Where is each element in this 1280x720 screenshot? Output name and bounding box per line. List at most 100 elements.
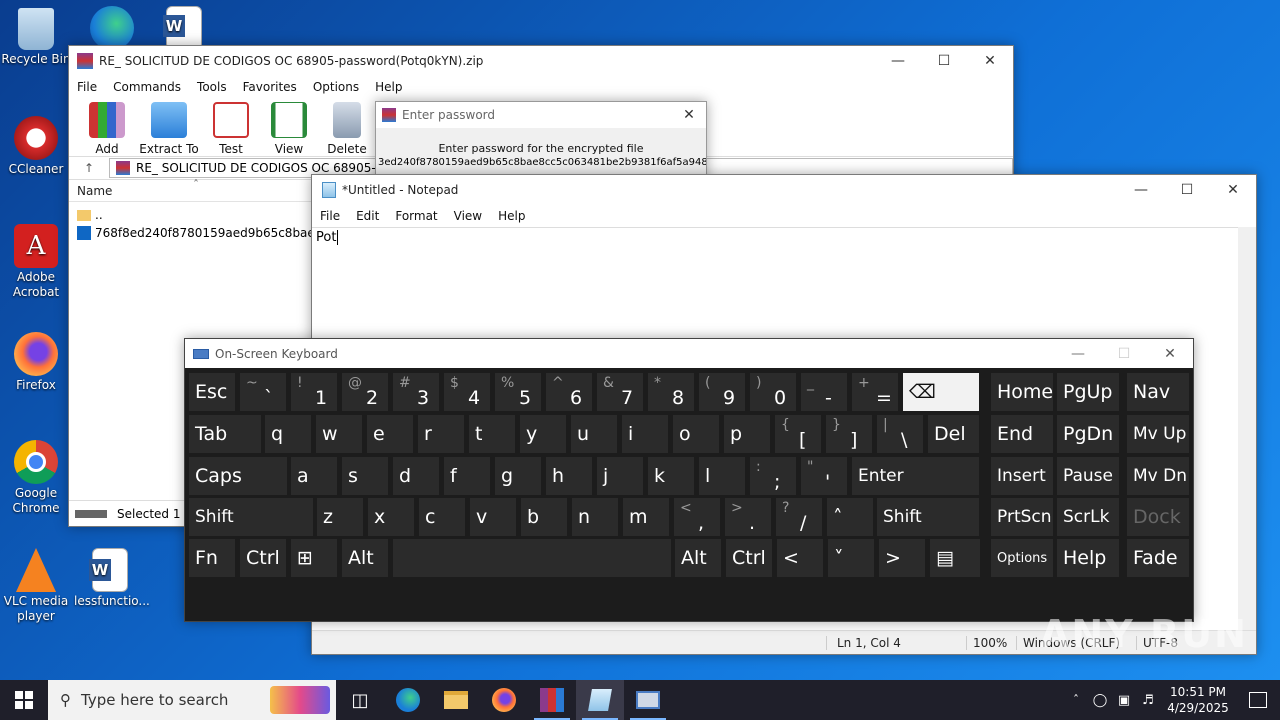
- tray-network[interactable]: ▣: [1112, 680, 1136, 720]
- tool-delete[interactable]: Delete: [319, 102, 375, 156]
- notepad-titlebar[interactable]: *Untitled - Notepad — ☐ ✕: [312, 175, 1256, 205]
- key-ctrl[interactable]: Ctrl: [726, 539, 772, 577]
- notifications-button[interactable]: [1236, 680, 1280, 720]
- key-symbol[interactable]: <,: [674, 498, 720, 536]
- key-caps[interactable]: Caps: [189, 457, 287, 495]
- tray-security[interactable]: ◯: [1088, 680, 1112, 720]
- key-symbol[interactable]: <: [777, 539, 823, 577]
- vertical-scrollbar[interactable]: [1238, 227, 1256, 630]
- desktop-icon-recycle-bin[interactable]: Recycle Bin: [0, 8, 72, 67]
- start-button[interactable]: [0, 680, 48, 720]
- key-shift[interactable]: Shift: [189, 498, 313, 536]
- key-7[interactable]: & 7: [597, 373, 643, 411]
- desktop-icon-firefox[interactable]: Firefox: [0, 332, 72, 393]
- menu-edit[interactable]: Edit: [348, 209, 387, 223]
- key-space[interactable]: [393, 539, 671, 577]
- key-p[interactable]: p: [724, 415, 770, 453]
- key-a[interactable]: a: [291, 457, 337, 495]
- key-symbol[interactable]: ⊞: [291, 539, 337, 577]
- desktop-icon-lessfunctio[interactable]: W lessfunctio...: [74, 548, 150, 609]
- key-symbol[interactable]: :;: [750, 457, 796, 495]
- key-del[interactable]: Del: [928, 415, 979, 453]
- osk-titlebar[interactable]: On-Screen Keyboard — ☐ ✕: [185, 339, 1193, 368]
- key-tab[interactable]: Tab: [189, 415, 261, 453]
- key-shift[interactable]: Shift: [877, 498, 979, 536]
- close-button[interactable]: ✕: [1147, 339, 1193, 369]
- key-6[interactable]: ^ 6: [546, 373, 592, 411]
- key-nav[interactable]: Nav: [1127, 373, 1189, 411]
- taskbar-osk[interactable]: [624, 680, 672, 720]
- key-insert[interactable]: Insert: [991, 457, 1053, 495]
- key-u[interactable]: u: [571, 415, 617, 453]
- key-5[interactable]: % 5: [495, 373, 541, 411]
- key-ctrl[interactable]: Ctrl: [240, 539, 286, 577]
- close-button[interactable]: ✕: [1210, 175, 1256, 205]
- taskbar-search-box[interactable]: ⚲ Type here to search: [48, 680, 336, 720]
- key-symbol[interactable]: ˅: [828, 539, 874, 577]
- show-hidden-icons-button[interactable]: ˆ: [1064, 680, 1088, 720]
- key-dock[interactable]: Dock: [1127, 498, 1189, 536]
- key-home[interactable]: Home: [991, 373, 1053, 411]
- key-2[interactable]: @2: [342, 373, 388, 411]
- tool-view[interactable]: View: [261, 102, 317, 156]
- key-end[interactable]: End: [991, 415, 1053, 453]
- tool-test[interactable]: Test: [203, 102, 259, 156]
- key-scrlk[interactable]: ScrLk: [1057, 498, 1119, 536]
- key-symbol[interactable]: _ -: [801, 373, 847, 411]
- key-q[interactable]: q: [265, 415, 311, 453]
- maximize-button[interactable]: ☐: [921, 46, 967, 76]
- taskbar-notepad[interactable]: [576, 680, 624, 720]
- key-o[interactable]: o: [673, 415, 719, 453]
- minimize-button[interactable]: —: [1118, 175, 1164, 205]
- taskbar-edge[interactable]: [384, 680, 432, 720]
- winrar-titlebar[interactable]: RE_ SOLICITUD DE CODIGOS OC 68905-passwo…: [69, 46, 1013, 76]
- key-e[interactable]: e: [367, 415, 413, 453]
- key-y[interactable]: y: [520, 415, 566, 453]
- key-help[interactable]: Help: [1057, 539, 1119, 577]
- menu-file[interactable]: File: [69, 80, 105, 94]
- desktop-icon-acrobat[interactable]: A Adobe Acrobat: [0, 224, 72, 300]
- key-options[interactable]: Options: [991, 539, 1053, 577]
- task-view-button[interactable]: ◫: [336, 680, 384, 720]
- menu-commands[interactable]: Commands: [105, 80, 189, 94]
- taskbar-firefox[interactable]: [480, 680, 528, 720]
- key-symbol[interactable]: >.: [725, 498, 771, 536]
- key-alt[interactable]: Alt: [342, 539, 388, 577]
- key-k[interactable]: k: [648, 457, 694, 495]
- menu-help[interactable]: Help: [367, 80, 410, 94]
- key-t[interactable]: t: [469, 415, 515, 453]
- key-f[interactable]: f: [444, 457, 490, 495]
- key-symbol[interactable]: {[: [775, 415, 821, 453]
- key-fn[interactable]: Fn: [189, 539, 235, 577]
- key-pgup[interactable]: PgUp: [1057, 373, 1119, 411]
- minimize-button[interactable]: —: [875, 46, 921, 76]
- tool-extract-to[interactable]: Extract To: [137, 102, 201, 156]
- desktop-icon-ccleaner[interactable]: CCleaner: [0, 116, 72, 177]
- key-symbol[interactable]: ~ `: [240, 373, 286, 411]
- key-m[interactable]: m: [623, 498, 669, 536]
- minimize-button[interactable]: —: [1055, 339, 1101, 369]
- key-9[interactable]: (9: [699, 373, 745, 411]
- key-symbol[interactable]: + =: [852, 373, 898, 411]
- taskbar-winrar[interactable]: [528, 680, 576, 720]
- key-pgdn[interactable]: PgDn: [1057, 415, 1119, 453]
- key-w[interactable]: w: [316, 415, 362, 453]
- key-symbol[interactable]: " ': [801, 457, 847, 495]
- key-b[interactable]: b: [521, 498, 567, 536]
- key-pause[interactable]: Pause: [1057, 457, 1119, 495]
- tool-add[interactable]: Add: [79, 102, 135, 156]
- menu-tools[interactable]: Tools: [189, 80, 235, 94]
- key-v[interactable]: v: [470, 498, 516, 536]
- key-symbol[interactable]: ⌫: [903, 373, 979, 411]
- key-j[interactable]: j: [597, 457, 643, 495]
- key-fade[interactable]: Fade: [1127, 539, 1189, 577]
- key-c[interactable]: c: [419, 498, 465, 536]
- key-h[interactable]: h: [546, 457, 592, 495]
- key-d[interactable]: d: [393, 457, 439, 495]
- key-symbol[interactable]: ? /: [776, 498, 822, 536]
- key-symbol[interactable]: }]: [826, 415, 872, 453]
- key-0[interactable]: ) 0: [750, 373, 796, 411]
- key-mv-up[interactable]: Mv Up: [1127, 415, 1189, 453]
- up-arrow-icon[interactable]: ↑: [69, 161, 109, 175]
- key-esc[interactable]: Esc: [189, 373, 235, 411]
